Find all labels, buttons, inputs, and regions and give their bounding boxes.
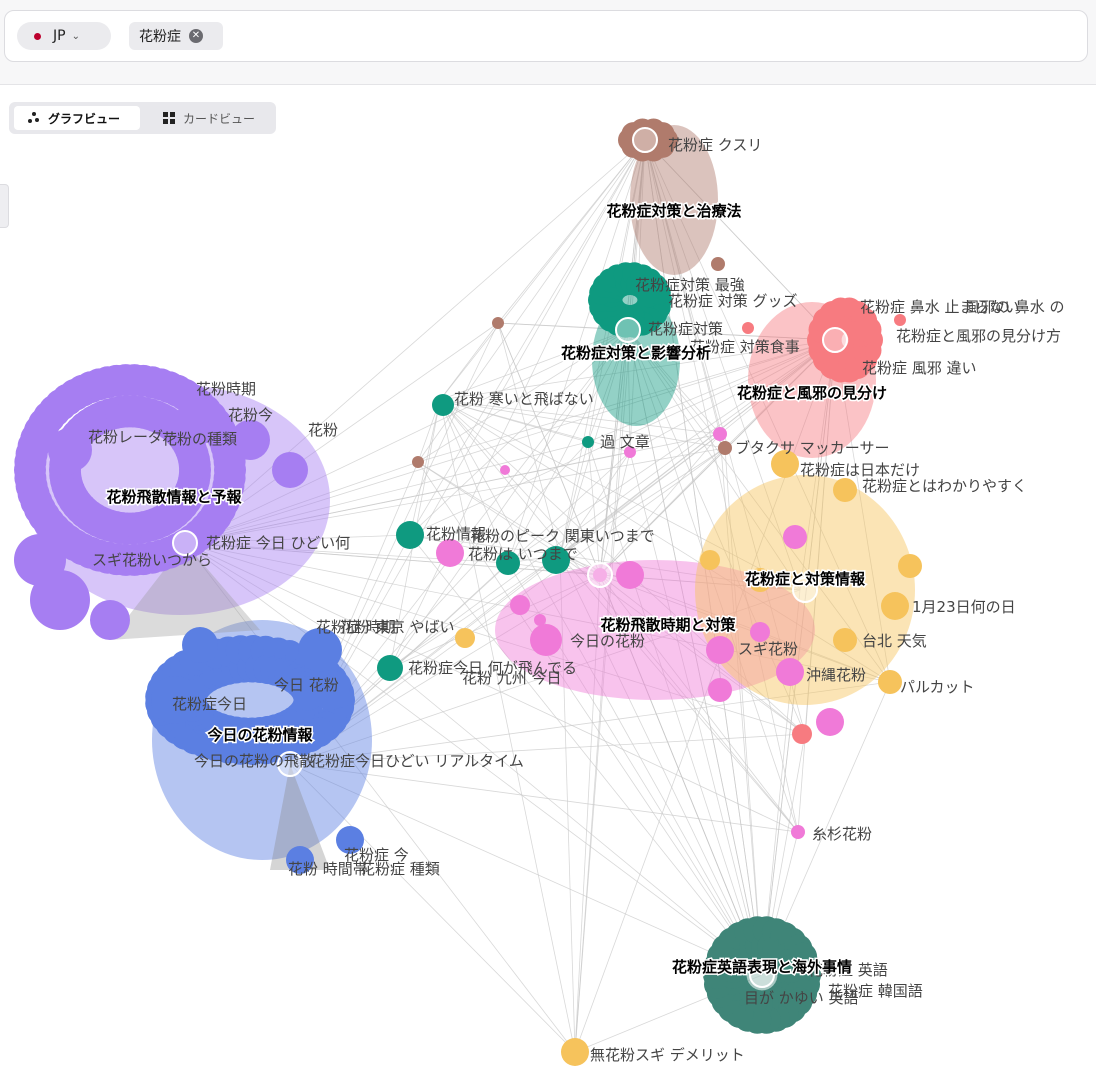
country-code: JP [53, 28, 66, 44]
node-label[interactable]: スギ花粉いつから [92, 551, 212, 569]
node-label[interactable]: 今日の花粉 [570, 632, 645, 650]
node-label[interactable]: 花粉症対策 [648, 320, 723, 338]
graph-node[interactable] [48, 428, 92, 472]
node-label[interactable]: 花粉 [308, 421, 338, 439]
node-label[interactable]: 花粉 時間帯 [288, 860, 368, 878]
cluster-label-brown[interactable]: 花粉症対策と治療法 [605, 201, 743, 222]
cluster-center-node[interactable] [632, 127, 658, 153]
node-label[interactable]: 今日の花粉の飛散 [194, 752, 314, 770]
graph-node[interactable] [713, 427, 727, 441]
graph-node[interactable] [855, 316, 882, 343]
node-label[interactable]: 無花粉スギ デメリット [590, 1046, 745, 1064]
node-label[interactable]: 花粉症とはわかりやすく [862, 477, 1027, 495]
graph-node[interactable] [436, 539, 464, 567]
node-label[interactable]: 花粉は いつまで [468, 545, 578, 563]
cluster-label-orange[interactable]: 花粉症と対策情報 [743, 569, 867, 590]
graph-node[interactable] [816, 708, 844, 736]
graph-node[interactable] [510, 595, 530, 615]
graph-node[interactable] [534, 614, 546, 626]
japan-flag-icon [29, 31, 45, 42]
cluster-label-pink[interactable]: 花粉飛散時期と対策 [599, 615, 738, 636]
node-label[interactable]: スギ花粉 [738, 640, 798, 658]
node-label[interactable]: ブタクサ マッカーサー [735, 439, 889, 457]
keyword-chip[interactable]: 花粉症 ✕ [129, 22, 223, 50]
graph-node[interactable] [711, 257, 725, 271]
graph-node[interactable] [90, 600, 130, 640]
graph-node[interactable] [500, 465, 510, 475]
node-label[interactable]: 花粉 東京 やばい [340, 618, 455, 636]
graph-node[interactable] [898, 554, 922, 578]
node-label[interactable]: 花粉症 今日 ひどい何 [206, 534, 350, 552]
graph-node[interactable] [492, 317, 504, 329]
node-label[interactable]: 花粉今 [228, 406, 273, 424]
cluster-label-darkteal[interactable]: 花粉症英語表現と海外事情 [670, 957, 853, 978]
search-box[interactable]: JP ⌄ 花粉症 ✕ [4, 10, 1088, 62]
node-label[interactable]: 花粉症 種類 [360, 860, 440, 878]
graph-node[interactable] [706, 636, 734, 664]
graph-node[interactable] [396, 521, 424, 549]
cluster-label-red[interactable]: 花粉症と風邪の見分け [735, 383, 888, 404]
node-label[interactable]: 目が かゆい 英語 [744, 989, 859, 1007]
graph-node[interactable] [750, 622, 770, 642]
node-label[interactable]: 糸杉花粉 [812, 825, 872, 843]
node-label[interactable]: 花粉の種類 [162, 430, 237, 448]
node-label[interactable]: 台北 天気 [862, 632, 927, 650]
graph-edge [409, 399, 441, 536]
graph-node[interactable] [791, 825, 805, 839]
graph-node[interactable] [878, 670, 902, 694]
cluster-center-node[interactable] [822, 327, 848, 353]
node-label[interactable]: 花粉時期 [196, 380, 256, 398]
graph-node[interactable] [742, 322, 754, 334]
node-label[interactable]: 沖縄花粉 [806, 666, 866, 684]
graph-node[interactable] [616, 561, 644, 589]
keyword-label: 花粉症 [139, 29, 181, 45]
node-label[interactable]: 花粉症今日 [172, 695, 247, 713]
graph-node[interactable] [412, 456, 424, 468]
graph-node[interactable] [432, 394, 454, 416]
graph-edge [389, 667, 763, 976]
graph-node[interactable] [182, 627, 218, 663]
graph-edge [587, 441, 601, 576]
country-selector[interactable]: JP ⌄ [17, 22, 111, 50]
graph-node[interactable] [272, 452, 308, 488]
graph-node[interactable] [377, 655, 403, 681]
graph-node[interactable] [14, 534, 66, 586]
cluster-center-node[interactable] [587, 562, 613, 588]
node-label[interactable]: 花粉症 風邪 違い [862, 359, 977, 377]
graph-node[interactable] [792, 724, 812, 744]
graph-node[interactable] [718, 441, 732, 455]
top-bar: JP ⌄ 花粉症 ✕ [0, 0, 1096, 85]
node-label[interactable]: 風邪の 鼻水 の [965, 298, 1065, 316]
graph-node[interactable] [776, 658, 804, 686]
graph-node[interactable] [833, 478, 857, 502]
cluster-label-blue[interactable]: 今日の花粉情報 [205, 725, 315, 746]
node-label[interactable]: 花粉症と風邪の見分け方 [896, 327, 1061, 345]
cluster-label-teal[interactable]: 花粉症対策と影響分析 [559, 343, 712, 364]
chevron-down-icon: ⌄ [71, 30, 80, 42]
graph-node[interactable] [561, 1038, 589, 1066]
node-label[interactable]: 過 文章 [600, 433, 650, 451]
node-label[interactable]: パルカット [900, 678, 975, 696]
graph-node[interactable] [455, 628, 475, 648]
graph-node[interactable] [708, 678, 732, 702]
node-label[interactable]: 花粉症 クスリ [668, 136, 762, 154]
node-label[interactable]: 1月23日何の日 [912, 598, 1016, 616]
node-label[interactable]: 花粉 九州 今日 [462, 669, 562, 687]
cluster-label-purple[interactable]: 花粉飛散情報と予報 [105, 487, 244, 508]
close-circle-icon[interactable]: ✕ [189, 29, 203, 43]
graph-node[interactable] [178, 448, 211, 481]
graph-node[interactable] [700, 550, 720, 570]
graph-node[interactable] [881, 592, 909, 620]
graph-node[interactable] [783, 525, 807, 549]
node-label[interactable]: 花粉症今日ひどい リアルタイム [310, 752, 524, 770]
node-label[interactable]: 花粉症 対策 グッズ [668, 292, 798, 310]
graph-node[interactable] [582, 436, 594, 448]
node-label[interactable]: 今日 花粉 [274, 676, 339, 694]
node-label[interactable]: 花粉のピーク 関東いつまで [470, 527, 655, 545]
keyword-graph[interactable]: 花粉症 クスリ花粉症対策 最強花粉症 対策 グッズ花粉症対策花粉症 対策食事花粉… [0, 86, 1096, 1068]
node-label[interactable]: 花粉 寒いと飛ばない [454, 390, 594, 408]
cluster-center-node[interactable] [615, 317, 641, 343]
graph-node[interactable] [530, 624, 562, 656]
graph-node[interactable] [833, 628, 857, 652]
